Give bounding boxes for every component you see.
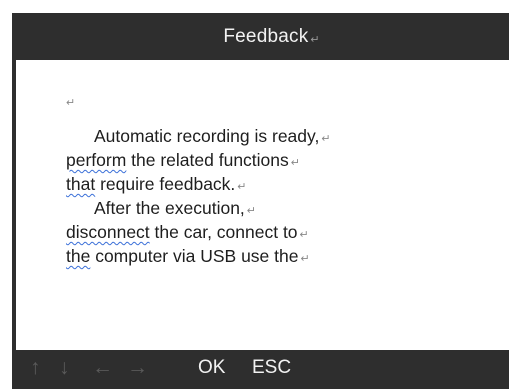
paragraph-mark-icon: ↵ bbox=[66, 97, 76, 109]
line-text: Automatic recording is ready, bbox=[94, 126, 320, 146]
line-text: the car, connect to bbox=[149, 222, 298, 242]
dialog-title: Feedback bbox=[223, 25, 309, 47]
arrow-up-icon[interactable]: ↑ bbox=[30, 353, 41, 383]
arrow-left-icon[interactable]: ← bbox=[92, 353, 113, 383]
footer-bar: ↑ ↓ ← → OK ESC bbox=[12, 350, 509, 389]
arrow-right-icon[interactable]: → bbox=[127, 353, 148, 383]
paragraph-mark-icon: ↵ bbox=[246, 205, 257, 217]
line-text: computer via USB use the bbox=[90, 246, 299, 266]
paragraph-mark-icon: ↵ bbox=[321, 133, 331, 145]
text-line: the computer via USB use the ↵ bbox=[66, 244, 496, 268]
paragraph-mark-icon: ↵ bbox=[310, 34, 320, 46]
line-text: After the execution, bbox=[94, 198, 245, 218]
text-line: that require feedback. ↵ bbox=[66, 172, 496, 196]
paragraph-mark-icon: ↵ bbox=[290, 157, 300, 169]
feedback-content: ↵ Automatic recording is ready, ↵ perform … bbox=[16, 60, 509, 350]
esc-button[interactable]: ESC bbox=[252, 355, 291, 381]
arrow-down-icon[interactable]: ↓ bbox=[59, 353, 70, 383]
line-text: require feedback. bbox=[95, 174, 236, 194]
spellcheck-word: perform bbox=[66, 150, 127, 170]
text-line: disconnect the car, connect to ↵ bbox=[66, 220, 496, 244]
ok-button[interactable]: OK bbox=[198, 355, 225, 381]
paragraph-mark-icon: ↵ bbox=[300, 253, 310, 265]
text-line: perform the related functions ↵ bbox=[66, 148, 496, 172]
device-screen: Feedback ↵ ↵ Automatic recording is read… bbox=[12, 13, 509, 389]
paragraph-mark-icon: ↵ bbox=[299, 229, 309, 241]
line-text: the related functions bbox=[126, 150, 289, 170]
text-line: Automatic recording is ready, ↵ bbox=[66, 124, 496, 148]
title-bar: Feedback ↵ bbox=[12, 13, 509, 60]
text-line: After the execution, ↵ bbox=[66, 196, 496, 220]
spellcheck-word: disconnect bbox=[66, 222, 150, 242]
spellcheck-word: that bbox=[66, 174, 96, 194]
instruction-text: Automatic recording is ready, ↵ perform th… bbox=[66, 124, 496, 268]
spellcheck-word: the bbox=[66, 246, 91, 266]
paragraph-mark-icon: ↵ bbox=[237, 181, 247, 193]
